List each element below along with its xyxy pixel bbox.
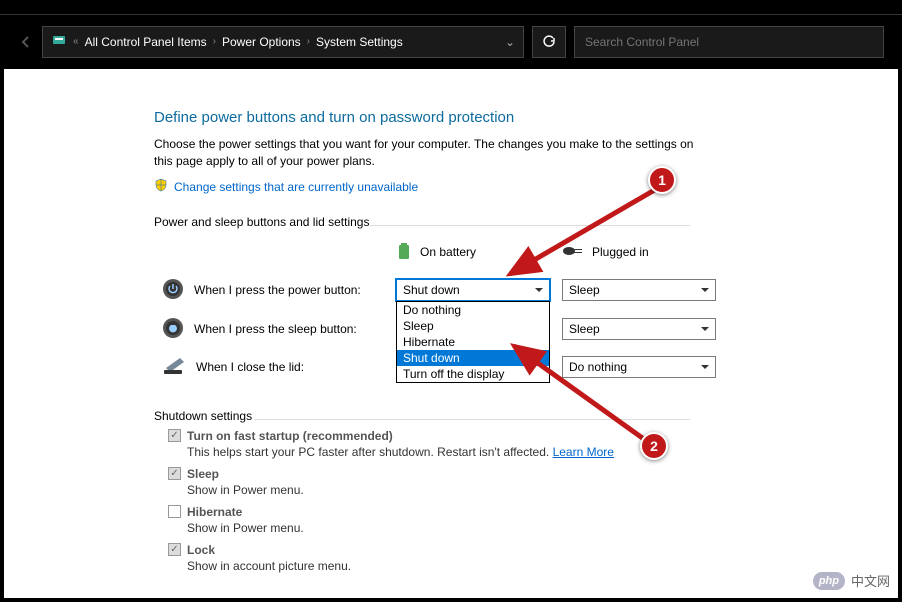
learn-more-link[interactable]: Learn More	[553, 445, 614, 459]
plug-icon	[562, 244, 584, 261]
hibernate-item: Hibernate Show in Power menu.	[168, 505, 898, 535]
title-bar	[0, 0, 902, 14]
checkbox-on-icon[interactable]: ✓	[168, 467, 181, 480]
section-label: Power and sleep buttons and lid settings	[154, 215, 898, 229]
checkbox-on-icon[interactable]: ✓	[168, 429, 181, 442]
dropdown-option[interactable]: Sleep	[397, 318, 549, 334]
lock-item: ✓ Lock Show in account picture menu.	[168, 543, 898, 573]
sleep-item: ✓ Sleep Show in Power menu.	[168, 467, 898, 497]
address-bar: « All Control Panel Items › Power Option…	[0, 14, 902, 68]
dropdown-option-selected[interactable]: Shut down	[397, 350, 549, 366]
power-plugged-select[interactable]: Sleep	[562, 279, 716, 301]
checkbox-off-icon[interactable]	[168, 505, 181, 518]
row-close-lid: When I close the lid:	[154, 356, 384, 379]
breadcrumb-item[interactable]: System Settings	[316, 35, 403, 49]
back-icon[interactable]	[18, 34, 34, 50]
chevron-right-icon: ›	[307, 36, 310, 47]
shutdown-settings-list: ✓ Turn on fast startup (recommended) Thi…	[154, 429, 898, 573]
select-box[interactable]: Shut down	[396, 279, 550, 301]
shield-icon	[154, 178, 168, 197]
page-title: Define power buttons and turn on passwor…	[154, 109, 898, 126]
fast-startup-item: ✓ Turn on fast startup (recommended) Thi…	[168, 429, 898, 459]
chevron-down-icon[interactable]: ⌄	[505, 35, 515, 49]
search-input[interactable]	[574, 26, 884, 58]
power-button-icon	[162, 278, 184, 303]
col-on-battery: On battery	[396, 241, 550, 264]
dropdown-option[interactable]: Do nothing	[397, 302, 549, 318]
section-label: Shutdown settings	[154, 409, 898, 423]
row-sleep-button: When I press the sleep button:	[154, 317, 384, 342]
chevron-right-icon: ›	[213, 36, 216, 47]
power-battery-select[interactable]: Shut down Do nothing Sleep Hibernate Shu…	[396, 279, 550, 301]
lid-plugged-select[interactable]: Do nothing	[562, 356, 716, 378]
sleep-plugged-select[interactable]: Sleep	[562, 318, 716, 340]
battery-icon	[396, 241, 412, 264]
breadcrumb-item[interactable]: Power Options	[222, 35, 301, 49]
sleep-button-icon	[162, 317, 184, 342]
dropdown-option[interactable]: Hibernate	[397, 334, 549, 350]
dropdown-option[interactable]: Turn off the display	[397, 366, 549, 382]
php-logo-icon: php	[813, 572, 845, 590]
col-plugged-in: Plugged in	[562, 244, 716, 261]
change-settings-link-text[interactable]: Change settings that are currently unava…	[174, 180, 418, 194]
control-panel-icon	[51, 32, 67, 51]
row-power-button: When I press the power button:	[154, 278, 384, 303]
checkbox-on-icon[interactable]: ✓	[168, 543, 181, 556]
change-settings-link[interactable]: Change settings that are currently unava…	[154, 178, 898, 197]
breadcrumb-sep-icon: «	[73, 36, 79, 47]
page-description: Choose the power settings that you want …	[154, 136, 694, 170]
refresh-button[interactable]	[532, 26, 566, 58]
power-settings-grid: On battery Plugged in When I press the p…	[154, 241, 898, 379]
laptop-icon	[162, 356, 186, 379]
breadcrumb[interactable]: « All Control Panel Items › Power Option…	[42, 26, 524, 58]
breadcrumb-item[interactable]: All Control Panel Items	[85, 35, 207, 49]
dropdown-menu[interactable]: Do nothing Sleep Hibernate Shut down Tur…	[396, 301, 550, 383]
watermark: php 中文网	[813, 571, 890, 590]
content-area: Define power buttons and turn on passwor…	[4, 69, 898, 598]
